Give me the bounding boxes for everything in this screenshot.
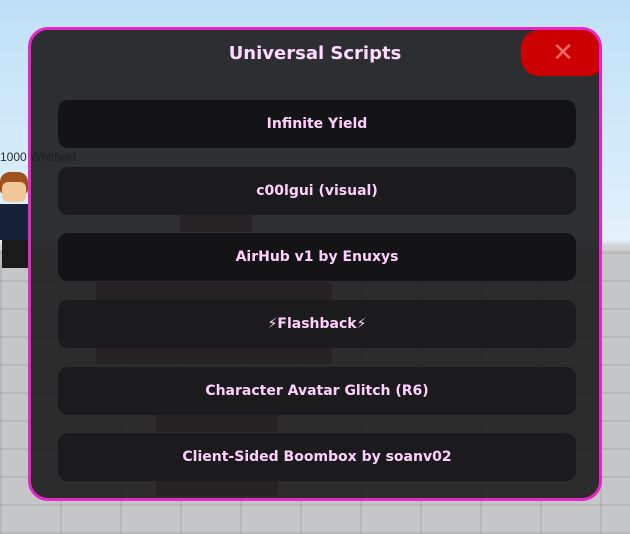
- script-button-c00lgui[interactable]: c00lgui (visual): [58, 167, 576, 215]
- close-icon: ✕: [552, 38, 574, 68]
- universal-scripts-panel: Universal Scripts ✕ Infinite Yield c00lg…: [28, 27, 602, 501]
- scrollbar[interactable]: [599, 102, 602, 442]
- panel-title: Universal Scripts: [228, 43, 402, 64]
- script-list: Infinite Yield c00lgui (visual) AirHub v…: [58, 100, 578, 498]
- script-button-avatar-glitch[interactable]: Character Avatar Glitch (R6): [58, 367, 576, 415]
- script-button-infinite-yield[interactable]: Infinite Yield: [58, 100, 576, 148]
- close-button[interactable]: ✕: [521, 30, 599, 76]
- script-button-boombox[interactable]: Client-Sided Boombox by soanv02: [58, 433, 576, 481]
- script-button-airhub[interactable]: AirHub v1 by Enuxys: [58, 233, 576, 281]
- script-button-flashback[interactable]: ⚡Flashback⚡: [58, 300, 576, 348]
